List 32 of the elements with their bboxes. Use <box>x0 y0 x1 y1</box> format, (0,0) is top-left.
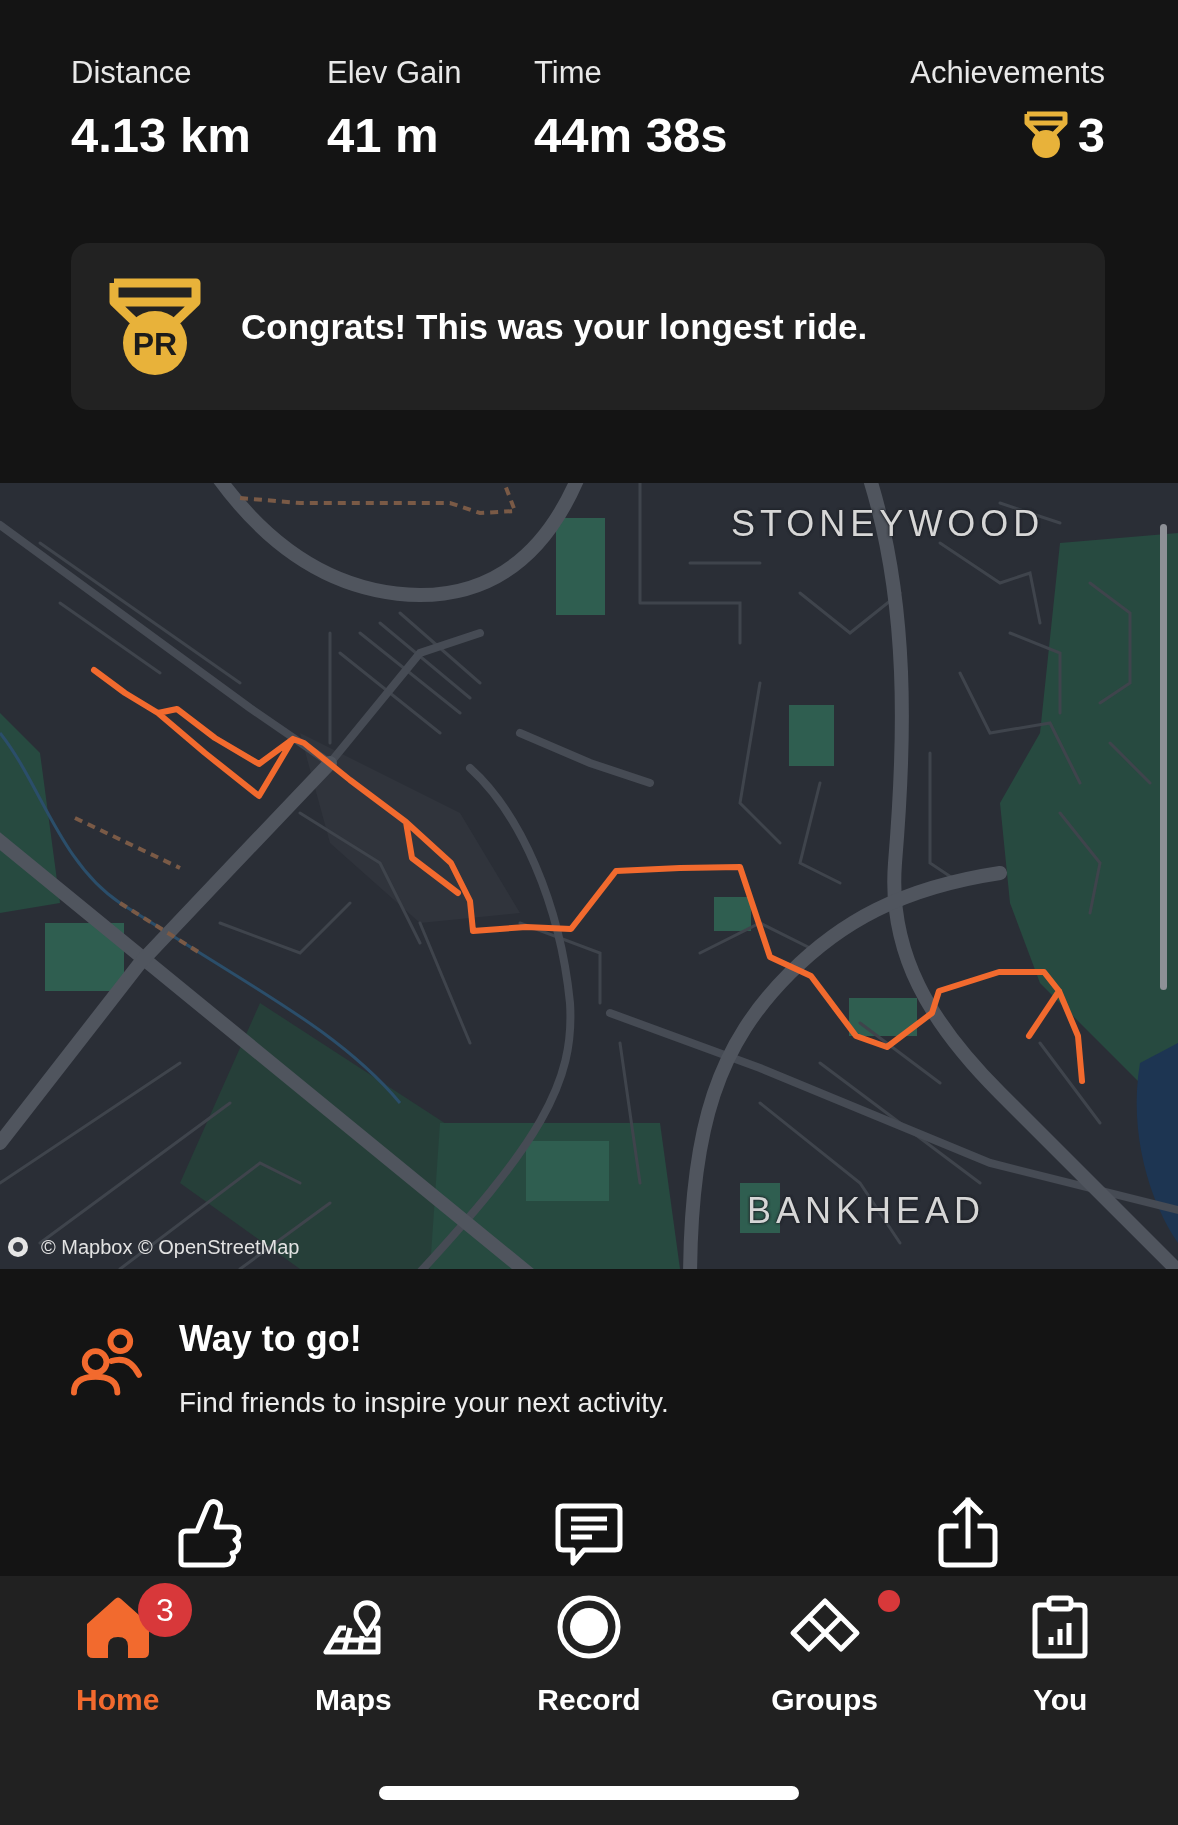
nav-tab[interactable]: 3 Home <box>0 1579 236 1718</box>
stat-value: 44m 38s <box>534 107 728 163</box>
record-icon <box>557 1595 621 1659</box>
clipboard-chart-icon <box>1032 1595 1089 1659</box>
stat-label: Distance <box>71 54 193 92</box>
people-icon <box>70 1327 143 1397</box>
nav-tab[interactable]: You <box>942 1579 1178 1718</box>
prompt-title: Way to go! <box>179 1317 363 1361</box>
place-label: STONEYWOOD <box>731 504 1045 544</box>
nav-tab[interactable]: Record <box>471 1579 707 1718</box>
map-attribution: © Mapbox © OpenStreetMap <box>41 1235 300 1259</box>
share-icon <box>936 1496 999 1568</box>
share-button[interactable] <box>936 1496 999 1568</box>
stat-label: Achievements <box>910 54 1105 92</box>
nav-tab[interactable]: Groups <box>706 1579 943 1718</box>
stat-value: 4.13 km <box>71 107 252 163</box>
notification-badge: 3 <box>137 1583 192 1637</box>
nav-tab[interactable]: Maps <box>235 1579 472 1718</box>
house-icon <box>84 1596 151 1658</box>
comment-icon <box>554 1502 624 1568</box>
stat-value: 41 m <box>327 107 440 163</box>
prompt-message: Find friends to inspire your next activity. <box>179 1386 669 1420</box>
thumbs-up-icon <box>177 1498 244 1568</box>
achievement-count: 3 <box>1077 107 1105 163</box>
comment-button[interactable] <box>554 1502 624 1568</box>
like-button[interactable] <box>177 1498 244 1568</box>
place-label: BANKHEAD <box>747 1191 986 1231</box>
logo-icon <box>8 1237 28 1257</box>
medal-icon <box>1023 111 1068 159</box>
pr-message: Congrats! This was your longest ride. <box>241 306 868 347</box>
stat-label: Time <box>534 54 603 92</box>
stat-label: Elev Gain <box>327 54 463 92</box>
